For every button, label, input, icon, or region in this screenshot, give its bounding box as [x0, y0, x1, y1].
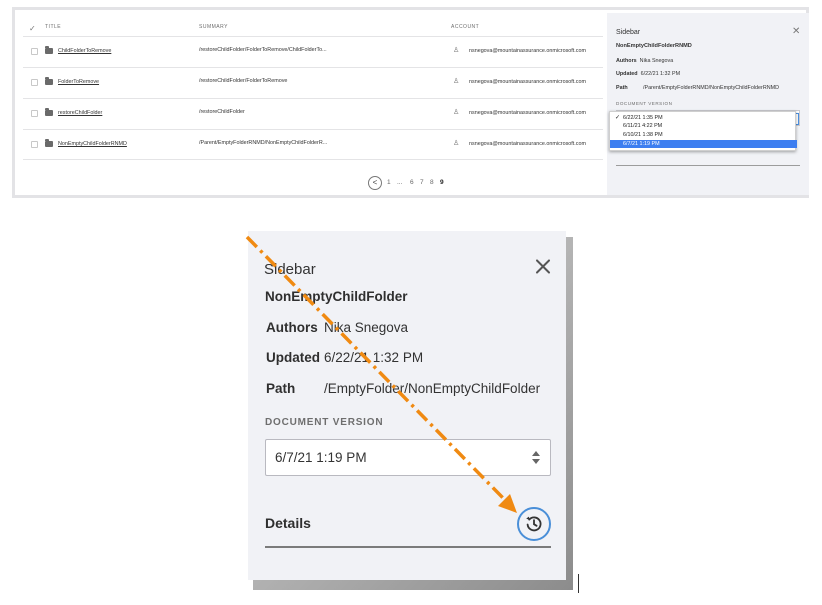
- text-cursor: [578, 574, 579, 593]
- annotation-arrow-icon: [245, 235, 517, 513]
